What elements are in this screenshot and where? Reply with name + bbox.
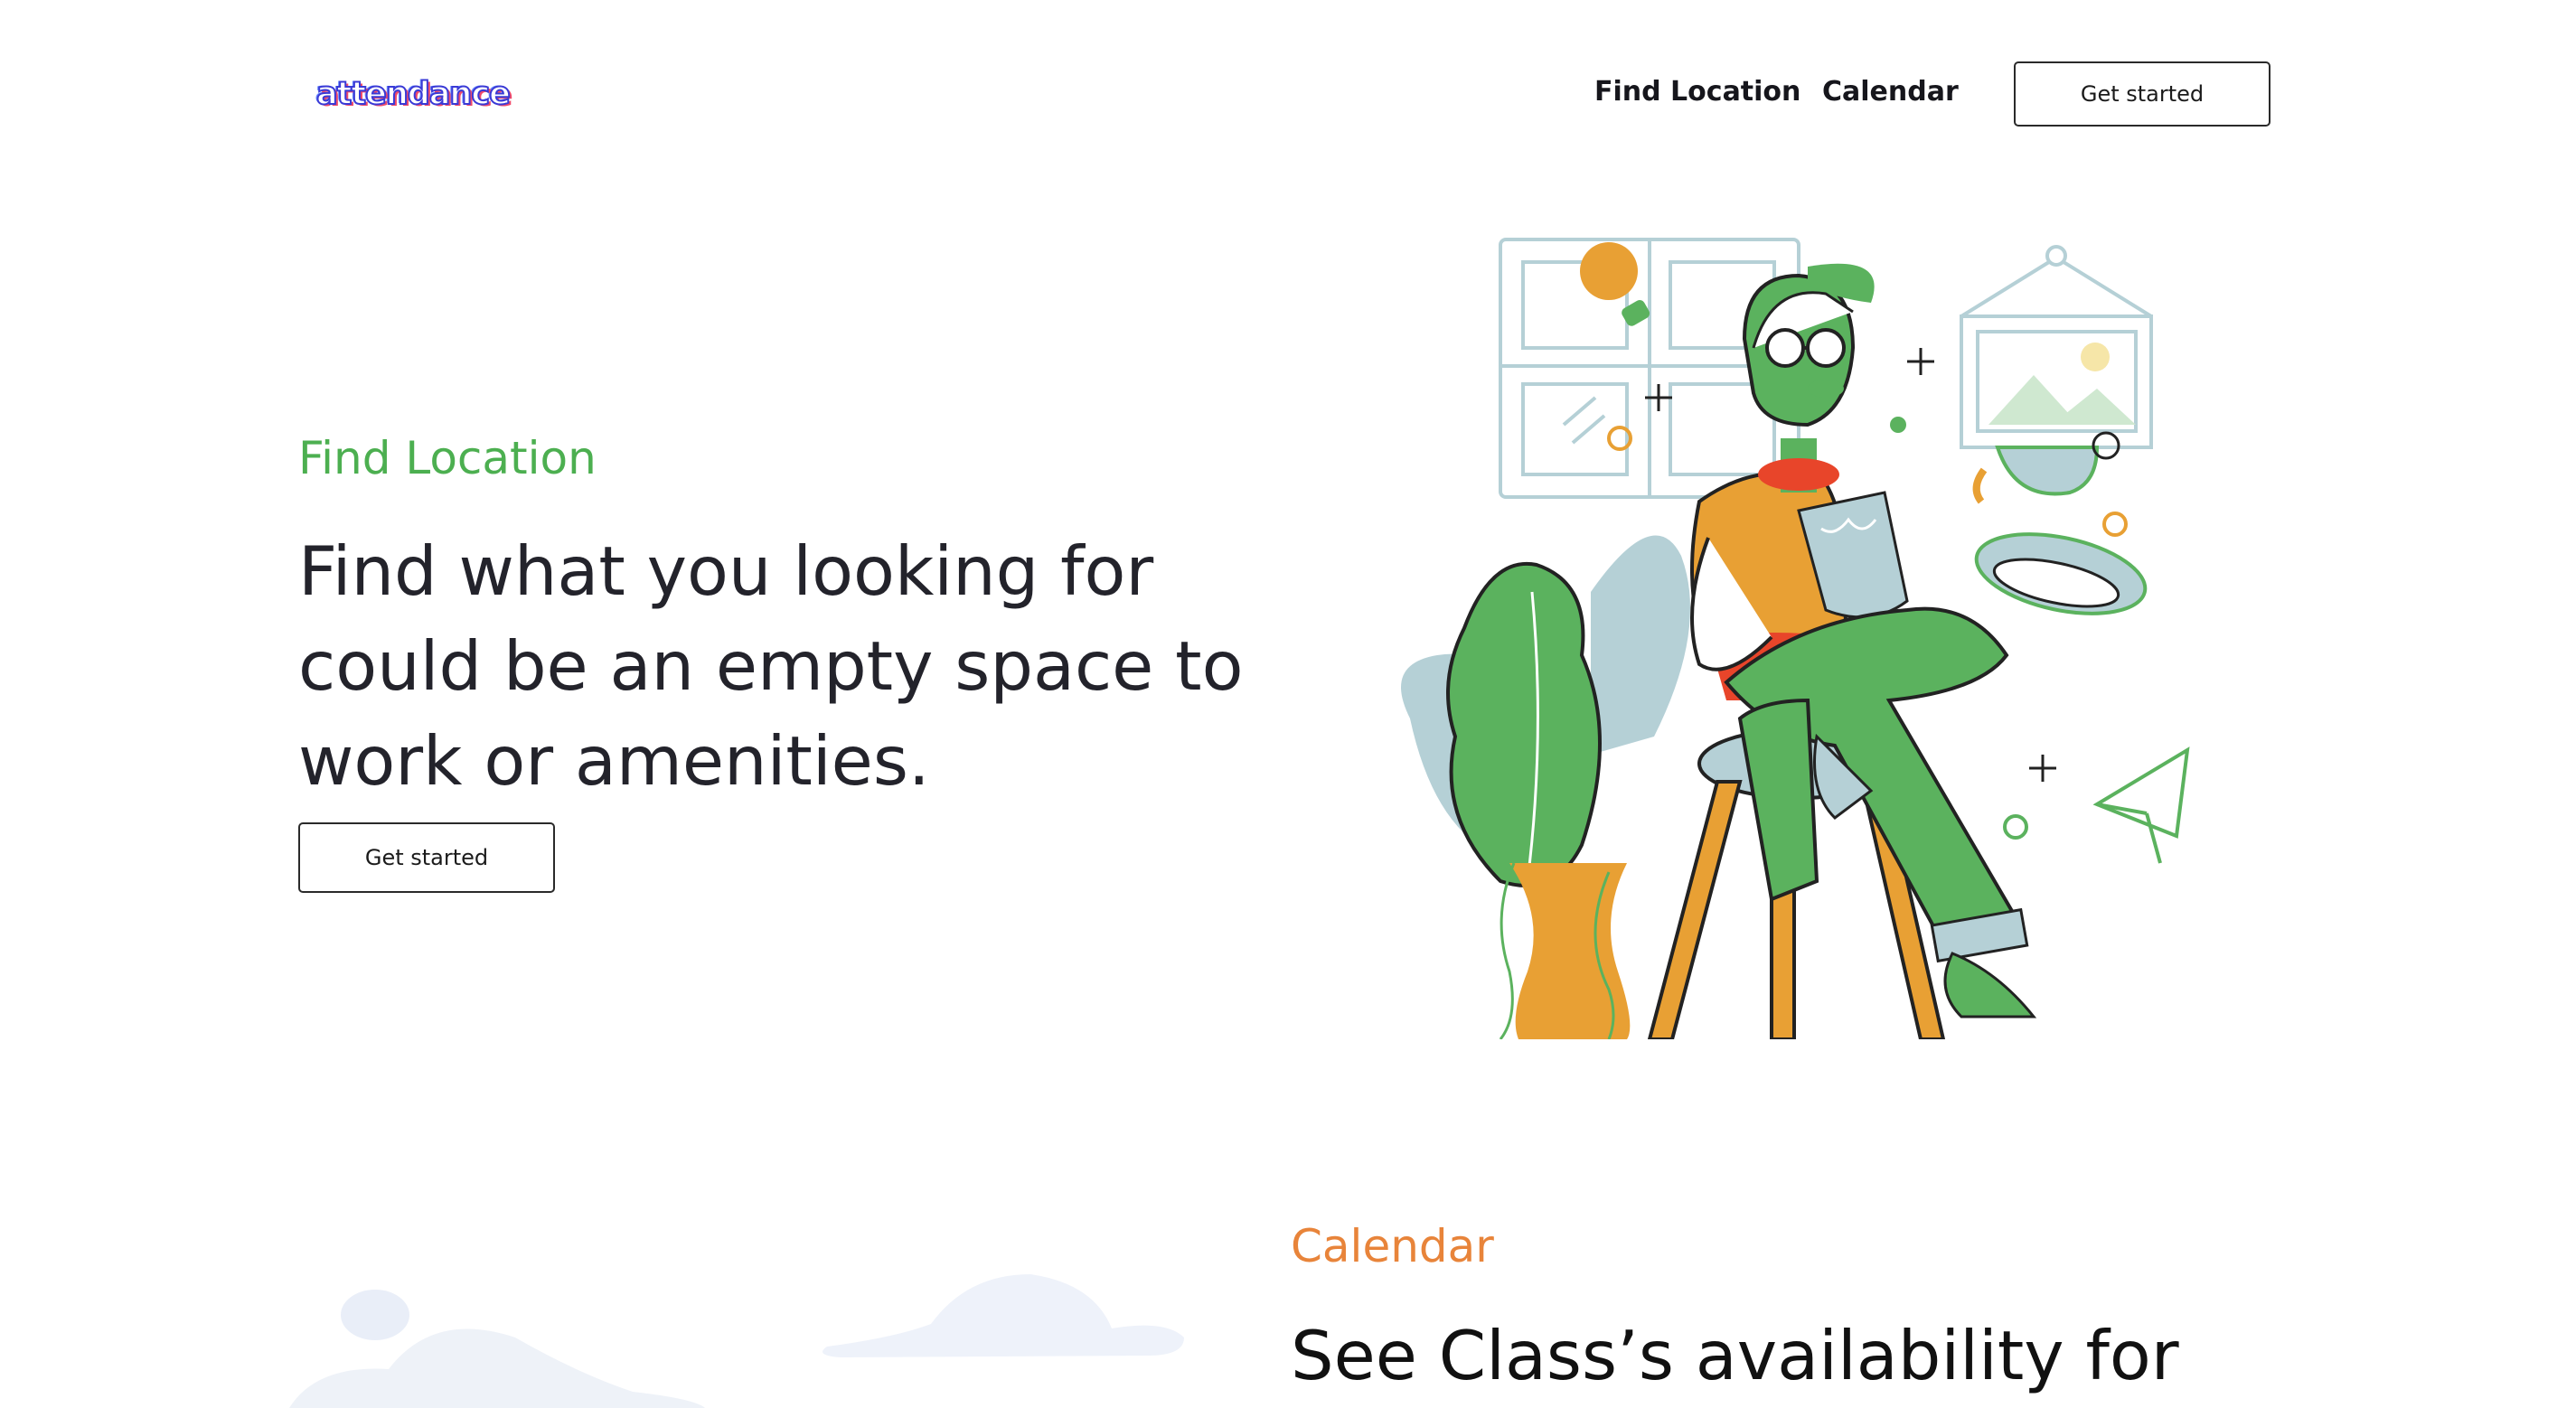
hero-get-started-button[interactable]: Get started — [298, 822, 555, 893]
hero-headline-line: Find what you looking for — [298, 531, 1154, 611]
hero-headline-line: work or amenities. — [298, 721, 930, 801]
header-get-started-button[interactable]: Get started — [2014, 61, 2270, 127]
lightbulb-icon — [1580, 242, 1638, 300]
nav-link-find-location[interactable]: Find Location — [1594, 76, 1800, 108]
hero-eyebrow: Find Location — [298, 432, 597, 484]
person-reading-on-stool-illustration — [1401, 238, 2190, 1039]
logo[interactable]: attendance — [315, 75, 512, 113]
clouds-decoration — [289, 1274, 1184, 1408]
hero-headline: Find what you looking for could be an em… — [298, 524, 1311, 809]
hero-headline-line: could be an empty space to — [298, 626, 1244, 706]
calendar-headline: See Class’s availability for — [1291, 1316, 2179, 1395]
nav-link-calendar[interactable]: Calendar — [1822, 76, 1959, 108]
calendar-eyebrow: Calendar — [1291, 1220, 1494, 1272]
